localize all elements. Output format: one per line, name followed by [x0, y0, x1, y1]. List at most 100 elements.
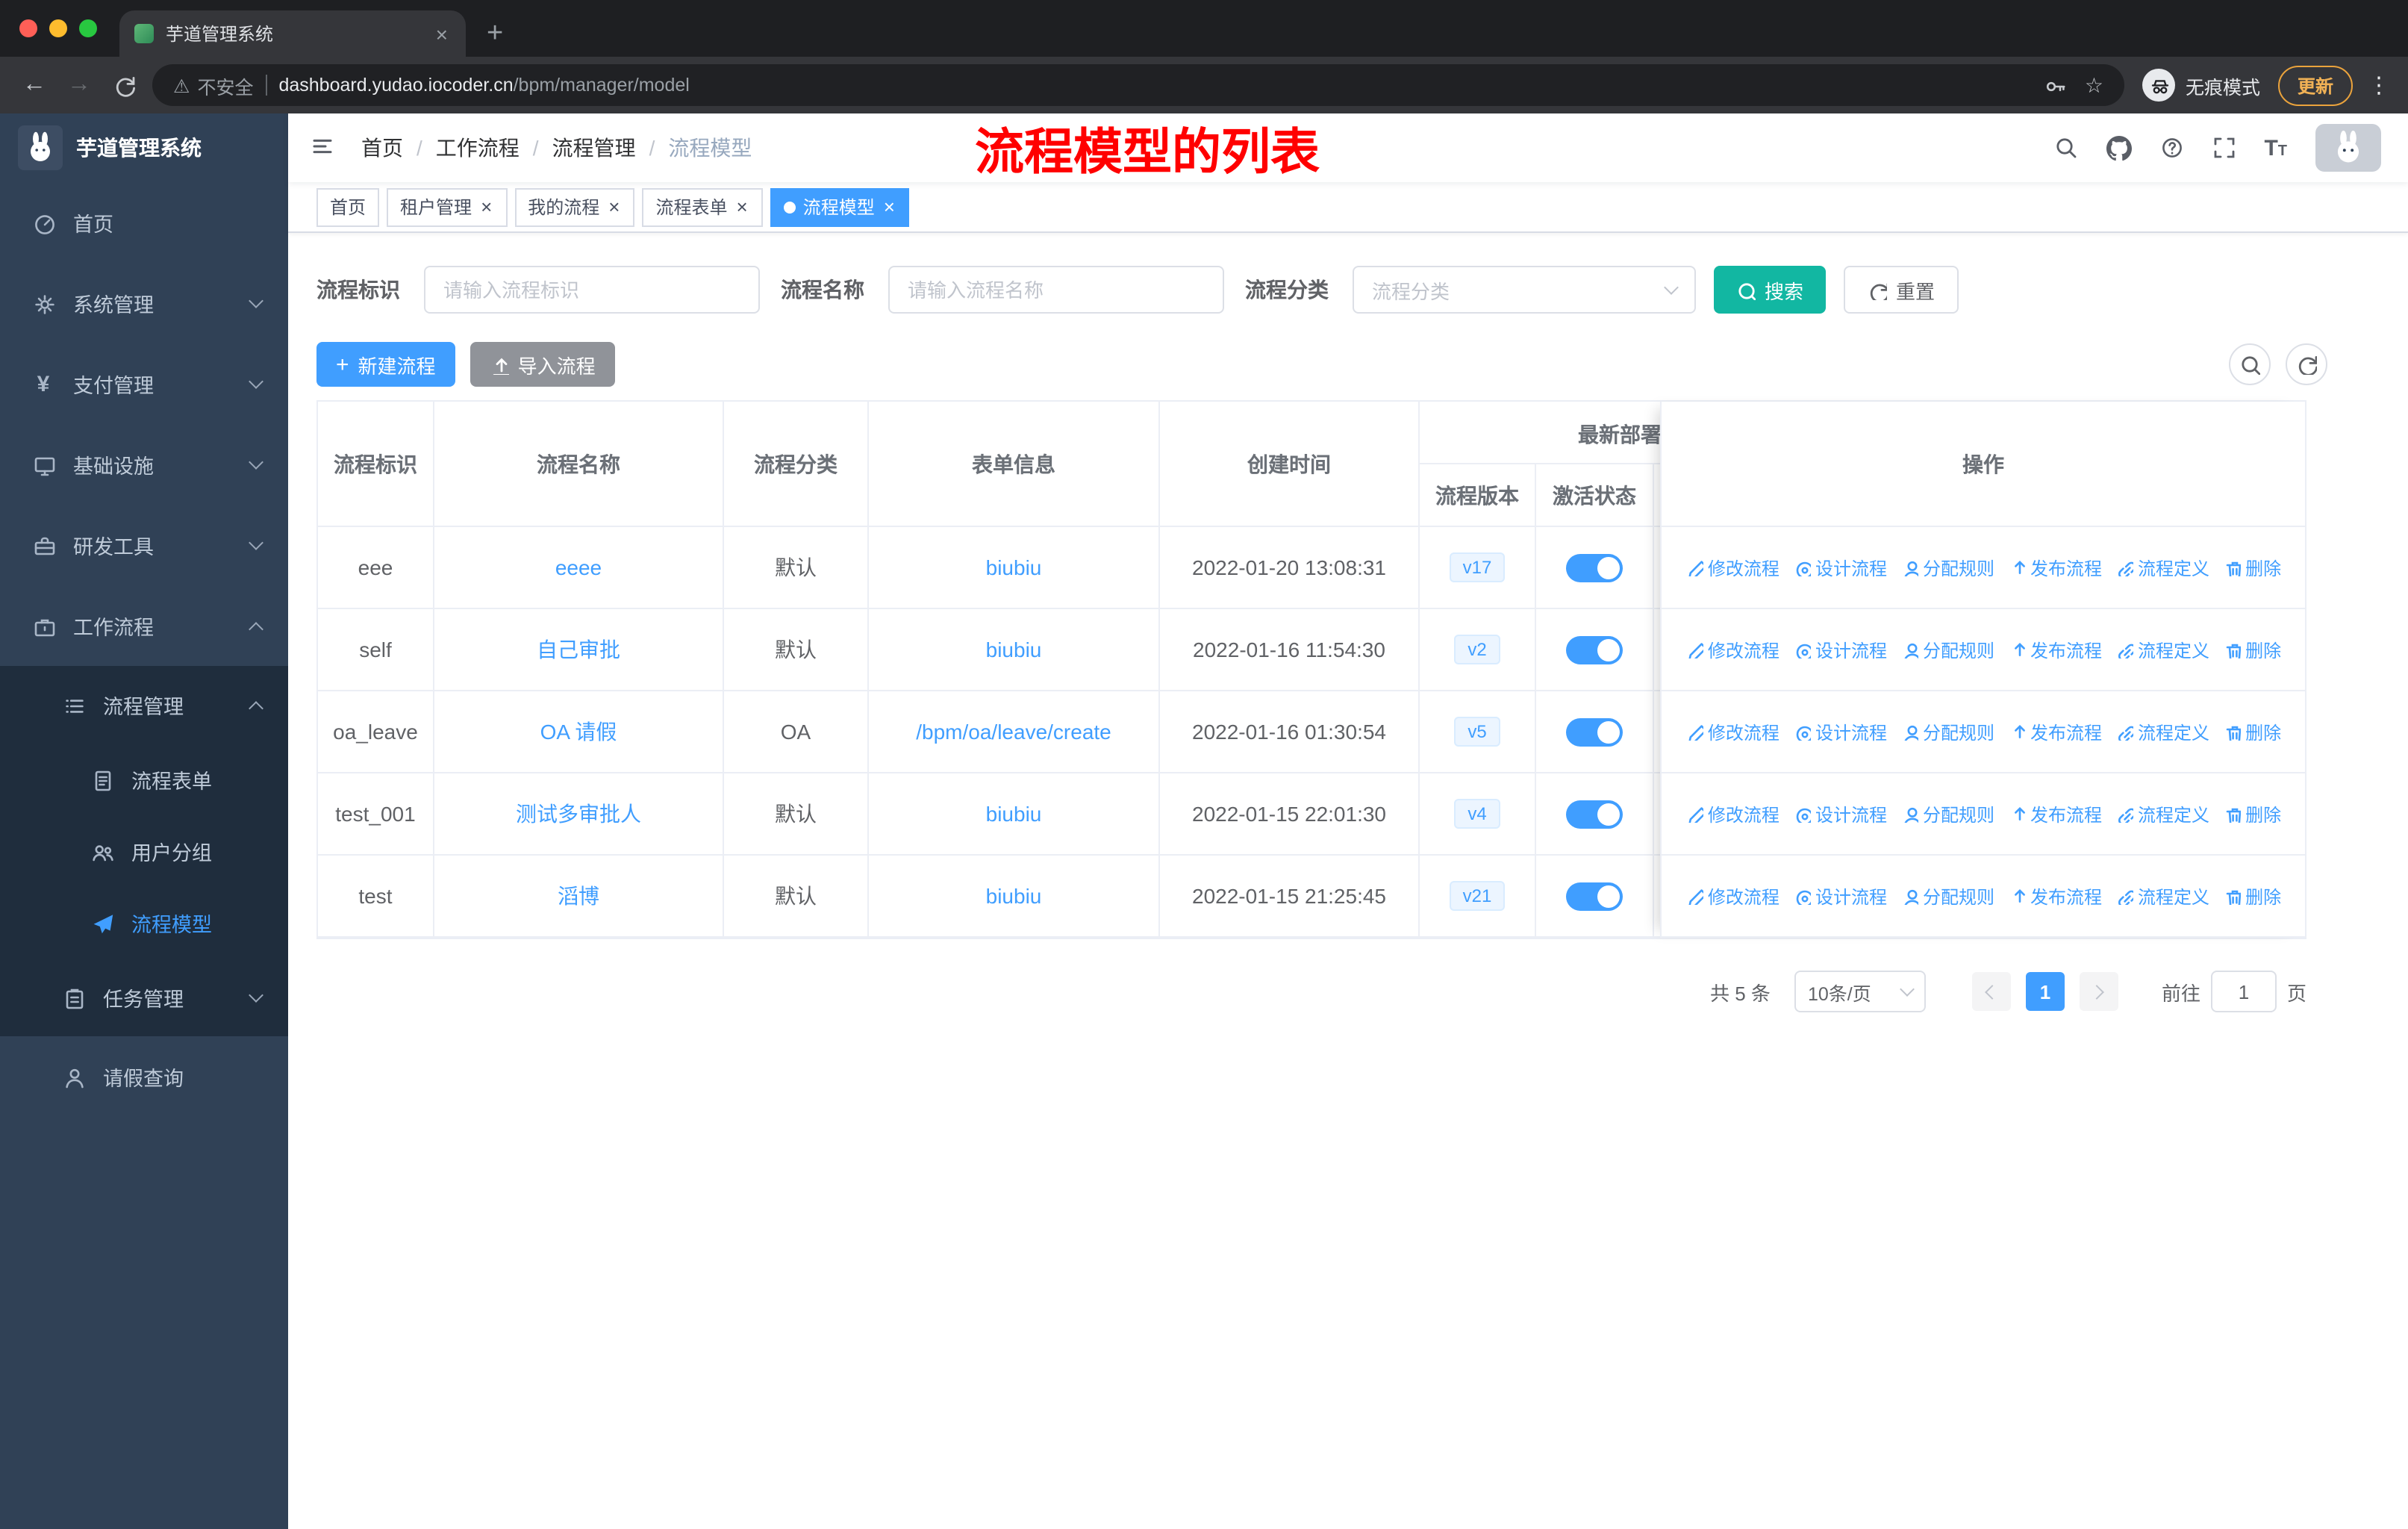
form-info-link[interactable]: biubiu — [986, 884, 1042, 908]
search-button[interactable]: 搜索 — [1714, 266, 1827, 314]
sidebar-item-infrastructure[interactable]: 基础设施 — [0, 424, 288, 505]
sidebar-item-devtools[interactable]: 研发工具 — [0, 505, 288, 585]
back-button[interactable]: ← — [18, 72, 51, 97]
process-definition-link[interactable]: 流程定义 — [2115, 883, 2209, 909]
zoom-window-button[interactable] — [79, 19, 97, 37]
tag-tenant-mgmt[interactable]: 租户管理 × — [387, 187, 508, 226]
assign-rules-link[interactable]: 分配规则 — [1900, 719, 1994, 744]
breadcrumb-item[interactable]: 首页 — [361, 133, 403, 163]
design-process-link[interactable]: 设计流程 — [1793, 555, 1887, 580]
tag-process-form[interactable]: 流程表单 × — [642, 187, 763, 226]
modify-process-link[interactable]: 修改流程 — [1685, 883, 1780, 909]
goto-page-input[interactable] — [2210, 971, 2277, 1012]
tag-home[interactable]: 首页 — [316, 187, 380, 226]
close-window-button[interactable] — [19, 19, 37, 37]
sidebar-item-process-mgmt[interactable]: 流程管理 — [0, 666, 288, 744]
process-definition-link[interactable]: 流程定义 — [2115, 637, 2209, 662]
tab-close-icon[interactable]: × — [433, 22, 451, 46]
bookmark-star-icon[interactable]: ☆ — [2085, 72, 2103, 98]
github-icon[interactable] — [2106, 135, 2132, 161]
tag-process-model-active[interactable]: 流程模型 × — [770, 187, 910, 226]
version-badge[interactable]: v2 — [1454, 634, 1500, 665]
process-id-input[interactable] — [424, 266, 760, 314]
search-icon[interactable] — [2053, 136, 2077, 160]
publish-process-link[interactable]: 发布流程 — [2008, 555, 2102, 580]
process-name-link[interactable]: 测试多审批人 — [516, 799, 641, 829]
chrome-update-button[interactable]: 更新 — [2277, 65, 2353, 105]
publish-process-link[interactable]: 发布流程 — [2008, 801, 2102, 826]
form-info-link[interactable]: biubiu — [986, 638, 1042, 661]
process-name-link[interactable]: 滔博 — [558, 881, 599, 911]
sidebar-item-process-model[interactable]: 流程模型 — [0, 887, 288, 959]
password-key-icon[interactable] — [2044, 74, 2067, 96]
reload-button[interactable] — [107, 74, 140, 96]
page-number-current[interactable]: 1 — [2025, 972, 2065, 1011]
assign-rules-link[interactable]: 分配规则 — [1900, 555, 1994, 580]
version-badge[interactable]: v4 — [1454, 798, 1500, 829]
reset-button[interactable]: 重置 — [1844, 266, 1959, 314]
security-warning[interactable]: ⚠ 不安全 — [173, 71, 253, 99]
design-process-link[interactable]: 设计流程 — [1793, 883, 1887, 909]
user-avatar[interactable] — [2315, 124, 2381, 172]
close-icon[interactable]: × — [735, 197, 749, 217]
sidebar-item-home[interactable]: 首页 — [0, 182, 288, 263]
process-definition-link[interactable]: 流程定义 — [2115, 801, 2209, 826]
version-badge[interactable]: v17 — [1449, 552, 1506, 583]
sidebar-item-user-group[interactable]: 用户分组 — [0, 815, 288, 887]
tag-my-process[interactable]: 我的流程 × — [514, 187, 635, 226]
font-size-icon[interactable]: TT — [2264, 137, 2287, 159]
active-status-toggle[interactable] — [1566, 717, 1623, 746]
new-tab-button[interactable]: + — [487, 19, 503, 48]
delete-link[interactable]: 删除 — [2223, 719, 2281, 744]
process-definition-link[interactable]: 流程定义 — [2115, 719, 2209, 744]
next-page-button[interactable] — [2079, 972, 2118, 1011]
address-bar[interactable]: ⚠ 不安全 dashboard.yudao.iocoder.cn/bpm/man… — [152, 64, 2124, 106]
delete-link[interactable]: 删除 — [2223, 555, 2281, 580]
app-logo[interactable]: 芋道管理系统 — [0, 113, 288, 182]
prev-page-button[interactable] — [1971, 972, 2011, 1011]
close-icon[interactable]: × — [607, 197, 621, 217]
minimize-window-button[interactable] — [49, 19, 67, 37]
hamburger-icon[interactable] — [311, 134, 337, 161]
help-icon[interactable] — [2159, 136, 2183, 160]
publish-process-link[interactable]: 发布流程 — [2008, 637, 2102, 662]
sidebar-item-task-mgmt[interactable]: 任务管理 — [0, 959, 288, 1036]
publish-process-link[interactable]: 发布流程 — [2008, 719, 2102, 744]
form-info-link[interactable]: biubiu — [986, 555, 1042, 579]
modify-process-link[interactable]: 修改流程 — [1685, 801, 1780, 826]
active-status-toggle[interactable] — [1566, 553, 1623, 582]
sidebar-item-system[interactable]: 系统管理 — [0, 263, 288, 343]
assign-rules-link[interactable]: 分配规则 — [1900, 637, 1994, 662]
close-icon[interactable]: × — [479, 197, 493, 217]
process-name-link[interactable]: eeee — [555, 555, 602, 579]
version-badge[interactable]: v5 — [1454, 716, 1500, 747]
form-info-link[interactable]: /bpm/oa/leave/create — [916, 720, 1111, 744]
sidebar-item-workflow[interactable]: 工作流程 — [0, 585, 288, 666]
process-category-select[interactable]: 流程分类 — [1353, 266, 1696, 314]
close-icon[interactable]: × — [882, 197, 896, 217]
form-info-link[interactable]: biubiu — [986, 802, 1042, 826]
design-process-link[interactable]: 设计流程 — [1793, 637, 1887, 662]
modify-process-link[interactable]: 修改流程 — [1685, 637, 1780, 662]
process-name-link[interactable]: 自己审批 — [537, 635, 620, 664]
modify-process-link[interactable]: 修改流程 — [1685, 555, 1780, 580]
active-status-toggle[interactable] — [1566, 635, 1623, 664]
modify-process-link[interactable]: 修改流程 — [1685, 719, 1780, 744]
design-process-link[interactable]: 设计流程 — [1793, 719, 1887, 744]
assign-rules-link[interactable]: 分配规则 — [1900, 883, 1994, 909]
delete-link[interactable]: 删除 — [2223, 883, 2281, 909]
page-size-select[interactable]: 10条/页 — [1794, 971, 1926, 1012]
delete-link[interactable]: 删除 — [2223, 801, 2281, 826]
sidebar-item-leave-query[interactable]: 请假查询 — [0, 1036, 288, 1117]
breadcrumb-item[interactable]: 流程管理 — [552, 133, 636, 163]
publish-process-link[interactable]: 发布流程 — [2008, 883, 2102, 909]
create-process-button[interactable]: + 新建流程 — [316, 342, 455, 387]
process-definition-link[interactable]: 流程定义 — [2115, 555, 2209, 580]
show-search-button[interactable] — [2229, 343, 2271, 385]
active-status-toggle[interactable] — [1566, 882, 1623, 910]
sidebar-item-process-form[interactable]: 流程表单 — [0, 744, 288, 815]
browser-menu-icon[interactable]: ⋮ — [2368, 72, 2390, 99]
process-name-input[interactable] — [888, 266, 1224, 314]
breadcrumb-item[interactable]: 工作流程 — [436, 133, 520, 163]
sidebar-item-payment[interactable]: ¥ 支付管理 — [0, 343, 288, 424]
